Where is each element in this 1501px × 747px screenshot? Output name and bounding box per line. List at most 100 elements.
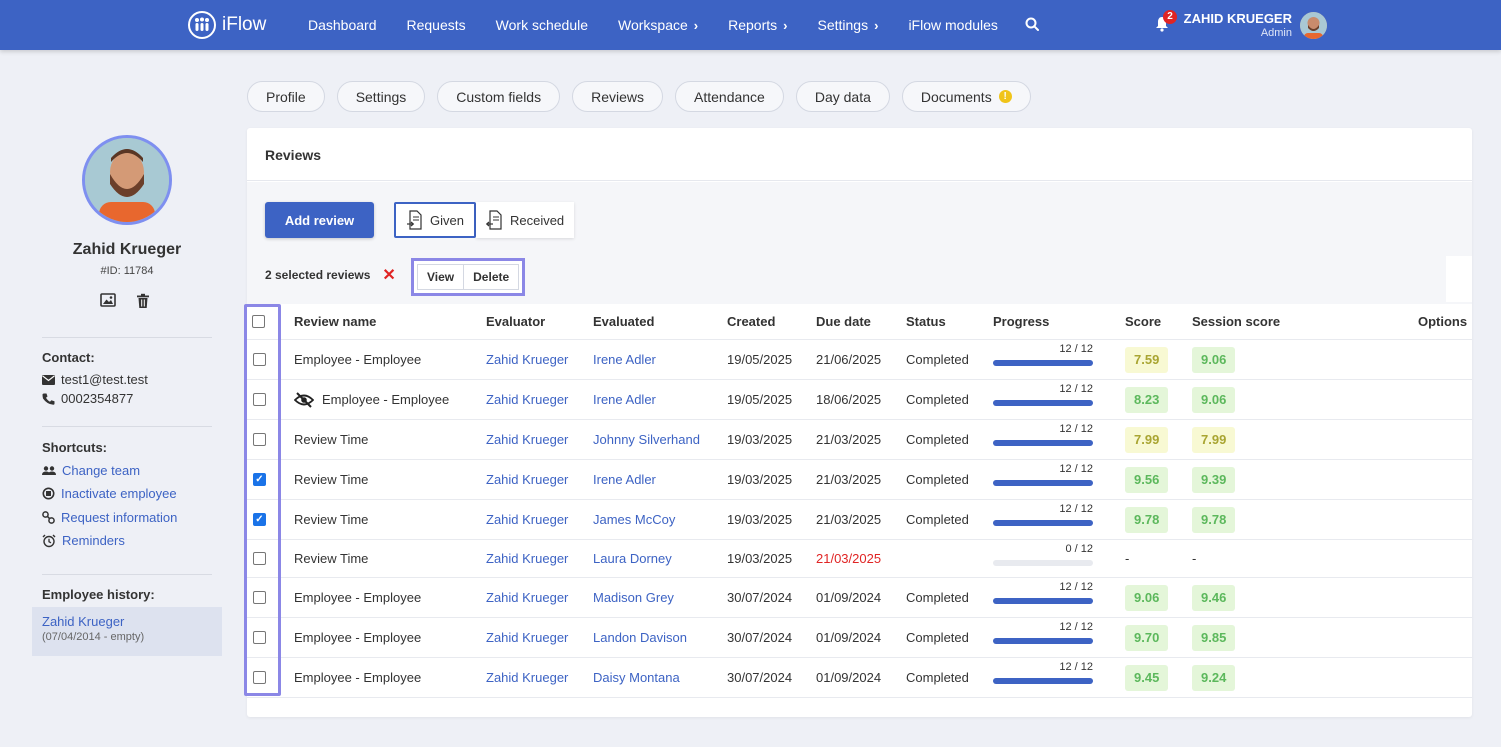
session-score-badge-cell: 7.99 <box>1192 420 1236 459</box>
table-row[interactable]: ✓ Review Time Zahid Krueger Irene Adler 19/0… <box>247 460 1472 500</box>
evaluator-link[interactable]: Zahid Krueger <box>486 460 568 499</box>
row-checkbox[interactable] <box>253 552 266 565</box>
table-row[interactable]: Employee - Employee Zahid Krueger Irene Ad… <box>247 340 1472 380</box>
row-checkbox[interactable] <box>253 591 266 604</box>
table-body: Employee - Employee Zahid Krueger Irene Ad… <box>247 340 1472 698</box>
search-icon[interactable] <box>1025 17 1039 34</box>
nav-label: iFlow modules <box>908 17 998 33</box>
row-checkbox[interactable] <box>253 433 266 446</box>
tab-attendance[interactable]: Attendance <box>675 81 784 112</box>
review-name-cell: Review Time <box>294 540 368 577</box>
add-review-button[interactable]: Add review <box>265 202 374 238</box>
evaluated-link[interactable]: Madison Grey <box>593 578 674 617</box>
table-row[interactable]: Review Time Zahid Krueger Laura Dorney 19/0… <box>247 540 1472 578</box>
trash-icon[interactable] <box>136 293 150 312</box>
created-date: 19/05/2025 <box>727 392 793 407</box>
due-date: 01/09/2024 <box>816 630 882 645</box>
nav-dashboard[interactable]: Dashboard <box>293 17 392 33</box>
row-checkbox[interactable] <box>253 393 266 406</box>
row-checkbox[interactable]: ✓ <box>253 513 266 526</box>
evaluator-link[interactable]: Zahid Krueger <box>486 578 568 617</box>
tab-profile[interactable]: Profile <box>247 81 325 112</box>
nav-workspace[interactable]: Workspace › <box>603 17 713 33</box>
shortcut-reminders[interactable]: Reminders <box>42 533 125 548</box>
evaluated-link[interactable]: James McCoy <box>593 500 675 539</box>
view-button[interactable]: View <box>417 264 465 290</box>
divider <box>42 574 212 575</box>
shortcut-change-team[interactable]: Change team <box>42 463 140 478</box>
col-session-score[interactable]: Session score <box>1192 304 1280 339</box>
tab-label: Reviews <box>591 88 644 105</box>
table-row[interactable]: Employee - Employee Zahid Krueger Irene Ad… <box>247 380 1472 420</box>
evaluator-link[interactable]: Zahid Krueger <box>486 340 568 379</box>
delete-button[interactable]: Delete <box>464 264 520 290</box>
app-logo[interactable]: iFlow <box>188 11 266 39</box>
tab-custom-fields[interactable]: Custom fields <box>437 81 561 112</box>
col-evaluated[interactable]: Evaluated <box>593 304 654 339</box>
nav-requests[interactable]: Requests <box>392 17 481 33</box>
notifications-bell[interactable]: 2 <box>1155 10 1177 35</box>
evaluator-link[interactable]: Zahid Krueger <box>486 380 568 419</box>
evaluator-link[interactable]: Zahid Krueger <box>486 618 568 657</box>
progress-text: 12 / 12 <box>1059 383 1093 395</box>
table-row[interactable]: Employee - Employee Zahid Krueger Daisy Mo… <box>247 658 1472 698</box>
table-row[interactable]: Review Time Zahid Krueger Johnny Silverhan… <box>247 420 1472 460</box>
row-checkbox[interactable]: ✓ <box>253 473 266 486</box>
col-status[interactable]: Status <box>906 304 946 339</box>
nav-reports[interactable]: Reports › <box>713 17 802 33</box>
alarm-icon <box>42 534 56 547</box>
col-created[interactable]: Created <box>727 304 775 339</box>
evaluator-link[interactable]: Zahid Krueger <box>486 420 568 459</box>
progress-text: 12 / 12 <box>1059 661 1093 673</box>
chevron-right-icon: › <box>874 17 879 33</box>
clear-selection-icon[interactable]: ✕ <box>382 265 395 285</box>
evaluator-link[interactable]: Zahid Krueger <box>486 500 568 539</box>
nav-settings[interactable]: Settings › <box>803 17 894 33</box>
tab-label: Day data <box>814 88 871 105</box>
evaluated-link[interactable]: Landon Davison <box>593 618 687 657</box>
shortcut-inactivate-employee[interactable]: Inactivate employee <box>42 486 177 501</box>
tab-label: Documents <box>920 88 992 105</box>
tab-day-data[interactable]: Day data <box>795 81 890 112</box>
given-button[interactable]: Given <box>394 202 476 238</box>
progress-fill <box>993 360 1093 366</box>
evaluator-link[interactable]: Zahid Krueger <box>486 658 568 697</box>
eye-slash-icon <box>294 391 314 408</box>
evaluated-link[interactable]: Johnny Silverhand <box>593 420 700 459</box>
tab-reviews[interactable]: Reviews <box>572 81 663 112</box>
row-checkbox[interactable] <box>253 671 266 684</box>
evaluated-link[interactable]: Laura Dorney <box>593 540 672 577</box>
received-button[interactable]: Received <box>475 202 575 238</box>
nav-work-schedule[interactable]: Work schedule <box>481 17 603 33</box>
col-review-name[interactable]: Review name <box>294 304 376 339</box>
row-checkbox[interactable] <box>253 631 266 644</box>
tab-documents[interactable]: Documents! <box>901 81 1031 112</box>
evaluated-link[interactable]: Irene Adler <box>593 460 656 499</box>
table-row[interactable]: Employee - Employee Zahid Krueger Landon D… <box>247 618 1472 658</box>
progress-fill <box>993 638 1093 644</box>
table-row[interactable]: Employee - Employee Zahid Krueger Madison … <box>247 578 1472 618</box>
user-name[interactable]: ZAHID KRUEGER <box>1184 11 1292 26</box>
col-score[interactable]: Score <box>1125 304 1161 339</box>
select-all-checkbox[interactable] <box>252 315 265 328</box>
tab-settings[interactable]: Settings <box>336 81 426 112</box>
review-name: Review Time <box>294 472 369 487</box>
employee-history-item[interactable]: Zahid Krueger (07/04/2014 - empty) <box>32 607 222 656</box>
shortcut-label: Reminders <box>62 533 125 548</box>
nav-iflow-modules[interactable]: iFlow modules <box>893 17 1012 33</box>
score-badge: 9.78 <box>1125 506 1169 533</box>
user-avatar[interactable] <box>1300 12 1327 39</box>
evaluated-link[interactable]: Irene Adler <box>593 340 656 379</box>
shortcut-request-information[interactable]: Request information <box>42 510 177 525</box>
evaluator-link[interactable]: Zahid Krueger <box>486 540 568 577</box>
image-icon[interactable] <box>100 293 116 312</box>
evaluated-link[interactable]: Daisy Montana <box>593 658 680 697</box>
evaluated-link[interactable]: Irene Adler <box>593 380 656 419</box>
col-due-date[interactable]: Due date <box>816 304 871 339</box>
col-evaluator[interactable]: Evaluator <box>486 304 545 339</box>
col-progress[interactable]: Progress <box>993 304 1049 339</box>
table-row[interactable]: ✓ Review Time Zahid Krueger James McCoy 19/0… <box>247 500 1472 540</box>
reviews-table: Review name Evaluator Evaluated Created … <box>247 304 1472 698</box>
row-checkbox[interactable] <box>253 353 266 366</box>
status-text: Completed <box>906 670 969 685</box>
